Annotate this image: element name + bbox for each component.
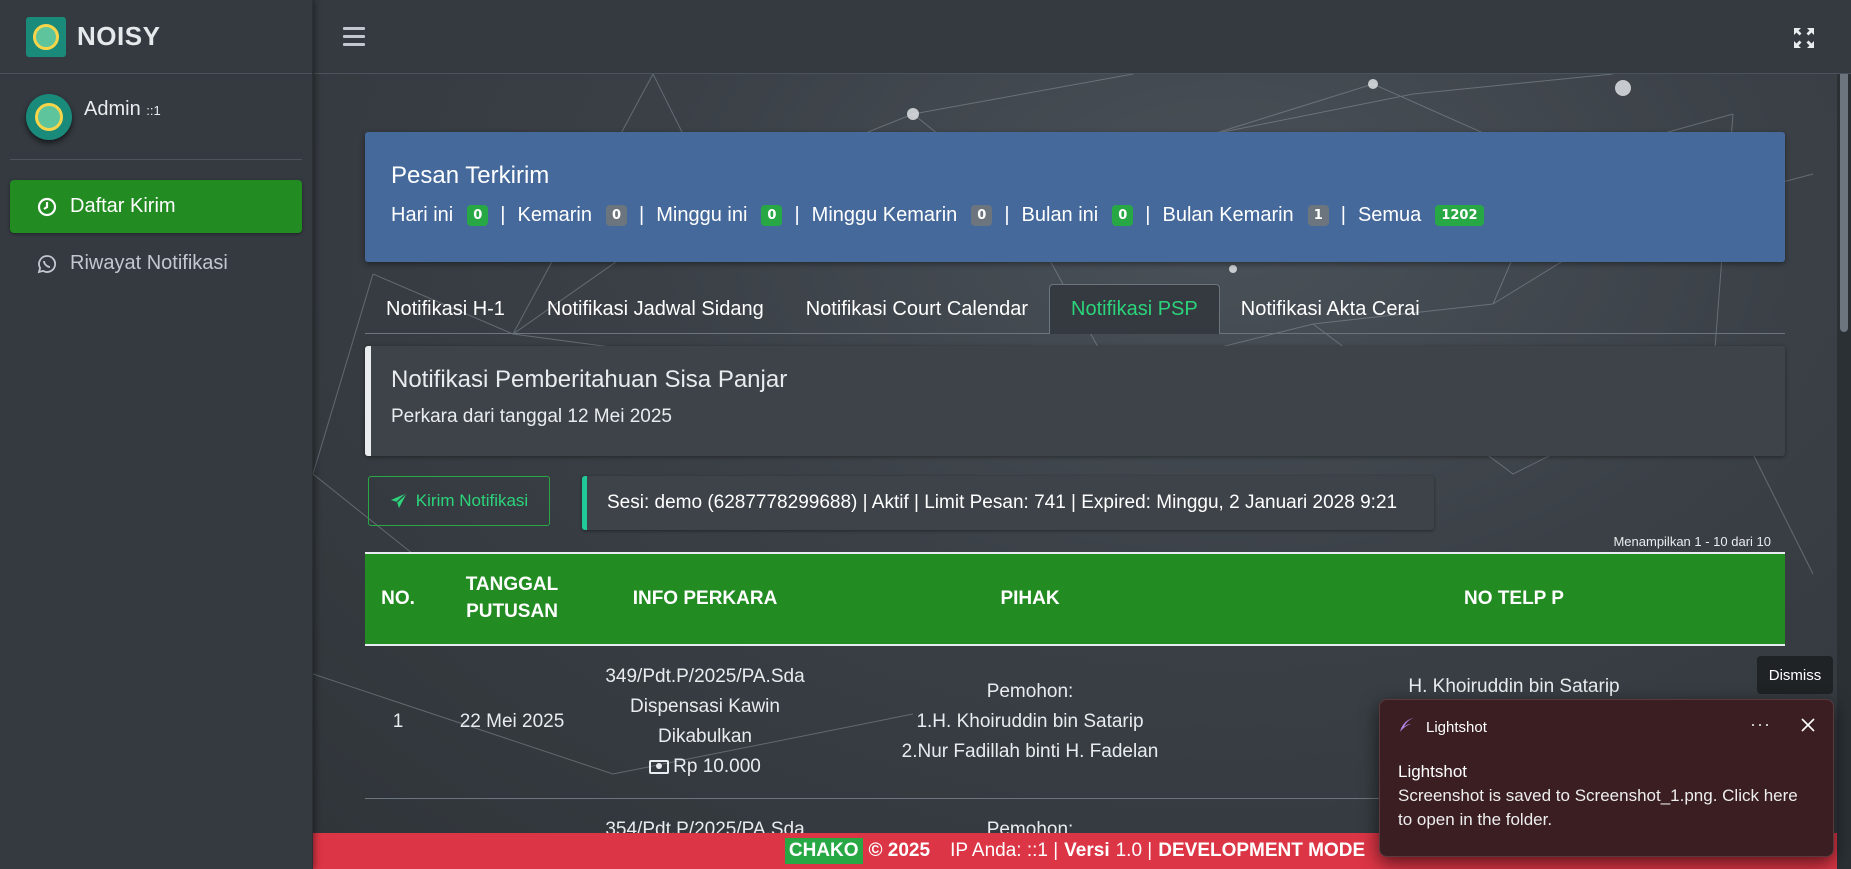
- stat-separator: |: [1145, 204, 1151, 226]
- cell-tanggal: [431, 798, 593, 833]
- case-type: Dispensasi Kawin: [630, 696, 780, 717]
- party-1: 1.H. Khoiruddin bin Satarip: [916, 711, 1144, 732]
- case-status: Dikabulkan: [658, 726, 752, 747]
- stat-label: Bulan Kemarin: [1162, 204, 1294, 226]
- cell-tanggal: 22 Mei 2025: [431, 645, 593, 799]
- send-notification-label: Kirim Notifikasi: [415, 491, 529, 510]
- cell-no: 1: [365, 645, 431, 799]
- remaining-deposit: Rp 10.000: [597, 752, 813, 782]
- case-number: 349/Pdt.P/2025/PA.Sda: [605, 666, 805, 687]
- toast-title: Lightshot: [1398, 762, 1467, 781]
- column-header-pihak[interactable]: PIHAK: [817, 552, 1243, 646]
- session-info: Sesi: demo (6287778299688) | Aktif | Lim…: [582, 476, 1434, 530]
- footer-version-label: Versi: [1064, 840, 1110, 861]
- remaining-deposit-value: Rp 10.000: [673, 756, 761, 777]
- stat-badge: 1: [1307, 205, 1329, 226]
- column-header-info-perkara[interactable]: INFO PERKARA: [593, 552, 817, 646]
- stat-label: Semua: [1357, 204, 1422, 226]
- column-header-tanggal-putusan[interactable]: TANGGAL PUTUSAN: [431, 552, 593, 646]
- tab-notifikasi-court-calendar[interactable]: Notifikasi Court Calendar: [785, 284, 1049, 334]
- brand-link[interactable]: NOISY: [0, 0, 312, 74]
- tab-notifikasi-jadwal-sidang[interactable]: Notifikasi Jadwal Sidang: [526, 284, 785, 334]
- toast-app-name: Lightshot: [1426, 718, 1487, 736]
- brand-name: NOISY: [77, 21, 161, 51]
- dismiss-button[interactable]: Dismiss: [1757, 656, 1833, 694]
- stat-badge: 0: [971, 205, 993, 226]
- footer-ip: IP Anda: ::1 |: [950, 840, 1059, 861]
- cell-info-perkara: 354/Pdt.P/2025/PA.Sda: [593, 798, 817, 833]
- money-bill-icon: [649, 759, 670, 774]
- user-name-text: Admin: [84, 98, 141, 120]
- stat-separator: |: [1004, 204, 1010, 226]
- callout-title: Notifikasi Pemberitahuan Sisa Panjar: [391, 366, 788, 393]
- sidebar-item-riwayat-notifikasi[interactable]: Riwayat Notifikasi: [10, 237, 302, 290]
- cell-no: [365, 798, 431, 833]
- paper-plane-icon: [390, 492, 408, 508]
- stat-separator: |: [500, 204, 506, 226]
- tab-notifikasi-akta-cerai[interactable]: Notifikasi Akta Cerai: [1220, 284, 1441, 334]
- brand-logo-icon: [26, 16, 66, 57]
- user-ip: ::1: [146, 103, 161, 118]
- tab-notifikasi-psp[interactable]: Notifikasi PSP: [1049, 284, 1220, 334]
- lightshot-toast[interactable]: Lightshot ··· Lightshot Screenshot is sa…: [1379, 699, 1834, 857]
- notification-tabs: Notifikasi H-1 Notifikasi Jadwal Sidang …: [365, 284, 1785, 334]
- user-panel: Admin ::1: [10, 74, 302, 160]
- user-name[interactable]: Admin ::1: [84, 98, 161, 121]
- stat-badge: 0: [761, 205, 783, 226]
- stat-label: Bulan ini: [1021, 204, 1099, 226]
- party-label: Pemohon:: [986, 681, 1074, 702]
- footer-mode: DEVELOPMENT MODE: [1158, 840, 1366, 861]
- table-header-row: NO. TANGGAL PUTUSAN INFO PERKARA PIHAK N…: [365, 552, 1785, 646]
- callout-subtitle: Perkara dari tanggal 12 Mei 2025: [391, 406, 672, 427]
- whatsapp-icon: [36, 253, 58, 275]
- stat-separator: |: [794, 204, 800, 226]
- sidebar-item-label: Daftar Kirim: [70, 195, 176, 217]
- stat-label: Hari ini: [391, 204, 454, 226]
- sidebar-nav: Daftar Kirim Riwayat Notifikasi: [0, 180, 312, 290]
- footer-brand[interactable]: CHAKO: [784, 838, 863, 864]
- stat-badge: 0: [605, 205, 628, 226]
- party-2: 2.Nur Fadillah binti H. Fadelan: [901, 741, 1159, 762]
- sent-stats: Hari ini 0 | Kemarin 0 | Minggu ini 0 | …: [391, 204, 1759, 227]
- topbar: [313, 0, 1851, 74]
- sidebar: NOISY Admin ::1 Daftar Kirim Riwayat Not…: [0, 0, 313, 869]
- toast-message: Screenshot is saved to Screenshot_1.png.…: [1398, 786, 1798, 829]
- send-notification-button[interactable]: Kirim Notifikasi: [368, 476, 550, 526]
- sidebar-item-daftar-kirim[interactable]: Daftar Kirim: [10, 180, 302, 233]
- psp-callout: Notifikasi Pemberitahuan Sisa Panjar Per…: [365, 346, 1785, 456]
- cell-pihak: Pemohon: 1.H. Khoiruddin bin Satarip 2.N…: [817, 645, 1243, 799]
- menu-toggle-icon[interactable]: [343, 27, 365, 47]
- stat-label: Minggu ini: [656, 204, 748, 226]
- footer-version: 1.0 |: [1115, 840, 1153, 861]
- avatar: [26, 94, 72, 140]
- stat-separator: |: [1340, 204, 1346, 226]
- page-scrollbar[interactable]: [1837, 0, 1851, 869]
- stat-badge: 1202: [1435, 205, 1484, 226]
- sidebar-item-label: Riwayat Notifikasi: [70, 252, 228, 274]
- more-options-icon[interactable]: ···: [1750, 714, 1771, 735]
- fullscreen-icon[interactable]: [1793, 27, 1815, 49]
- stat-label: Kemarin: [517, 204, 592, 226]
- stat-badge: 0: [1112, 205, 1134, 226]
- sent-summary-card: Pesan Terkirim Hari ini 0 | Kemarin 0 | …: [365, 132, 1785, 262]
- clock-icon: [36, 196, 58, 218]
- stat-badge: 0: [467, 205, 489, 226]
- stat-separator: |: [639, 204, 645, 226]
- cell-pihak: Pemohon:: [817, 798, 1243, 833]
- sent-summary-title: Pesan Terkirim: [391, 162, 550, 189]
- footer-copyright: © 2025: [868, 840, 931, 861]
- feather-icon: [1398, 716, 1416, 738]
- tab-notifikasi-h1[interactable]: Notifikasi H-1: [365, 284, 526, 334]
- column-header-no-telp[interactable]: NO TELP P: [1243, 552, 1785, 646]
- close-icon[interactable]: [1801, 718, 1815, 737]
- column-header-no[interactable]: NO.: [365, 552, 431, 646]
- pagination-info: Menampilkan 1 - 10 dari 10: [1613, 534, 1771, 549]
- cell-info-perkara: 349/Pdt.P/2025/PA.Sda Dispensasi Kawin D…: [593, 645, 817, 799]
- stat-label: Minggu Kemarin: [811, 204, 958, 226]
